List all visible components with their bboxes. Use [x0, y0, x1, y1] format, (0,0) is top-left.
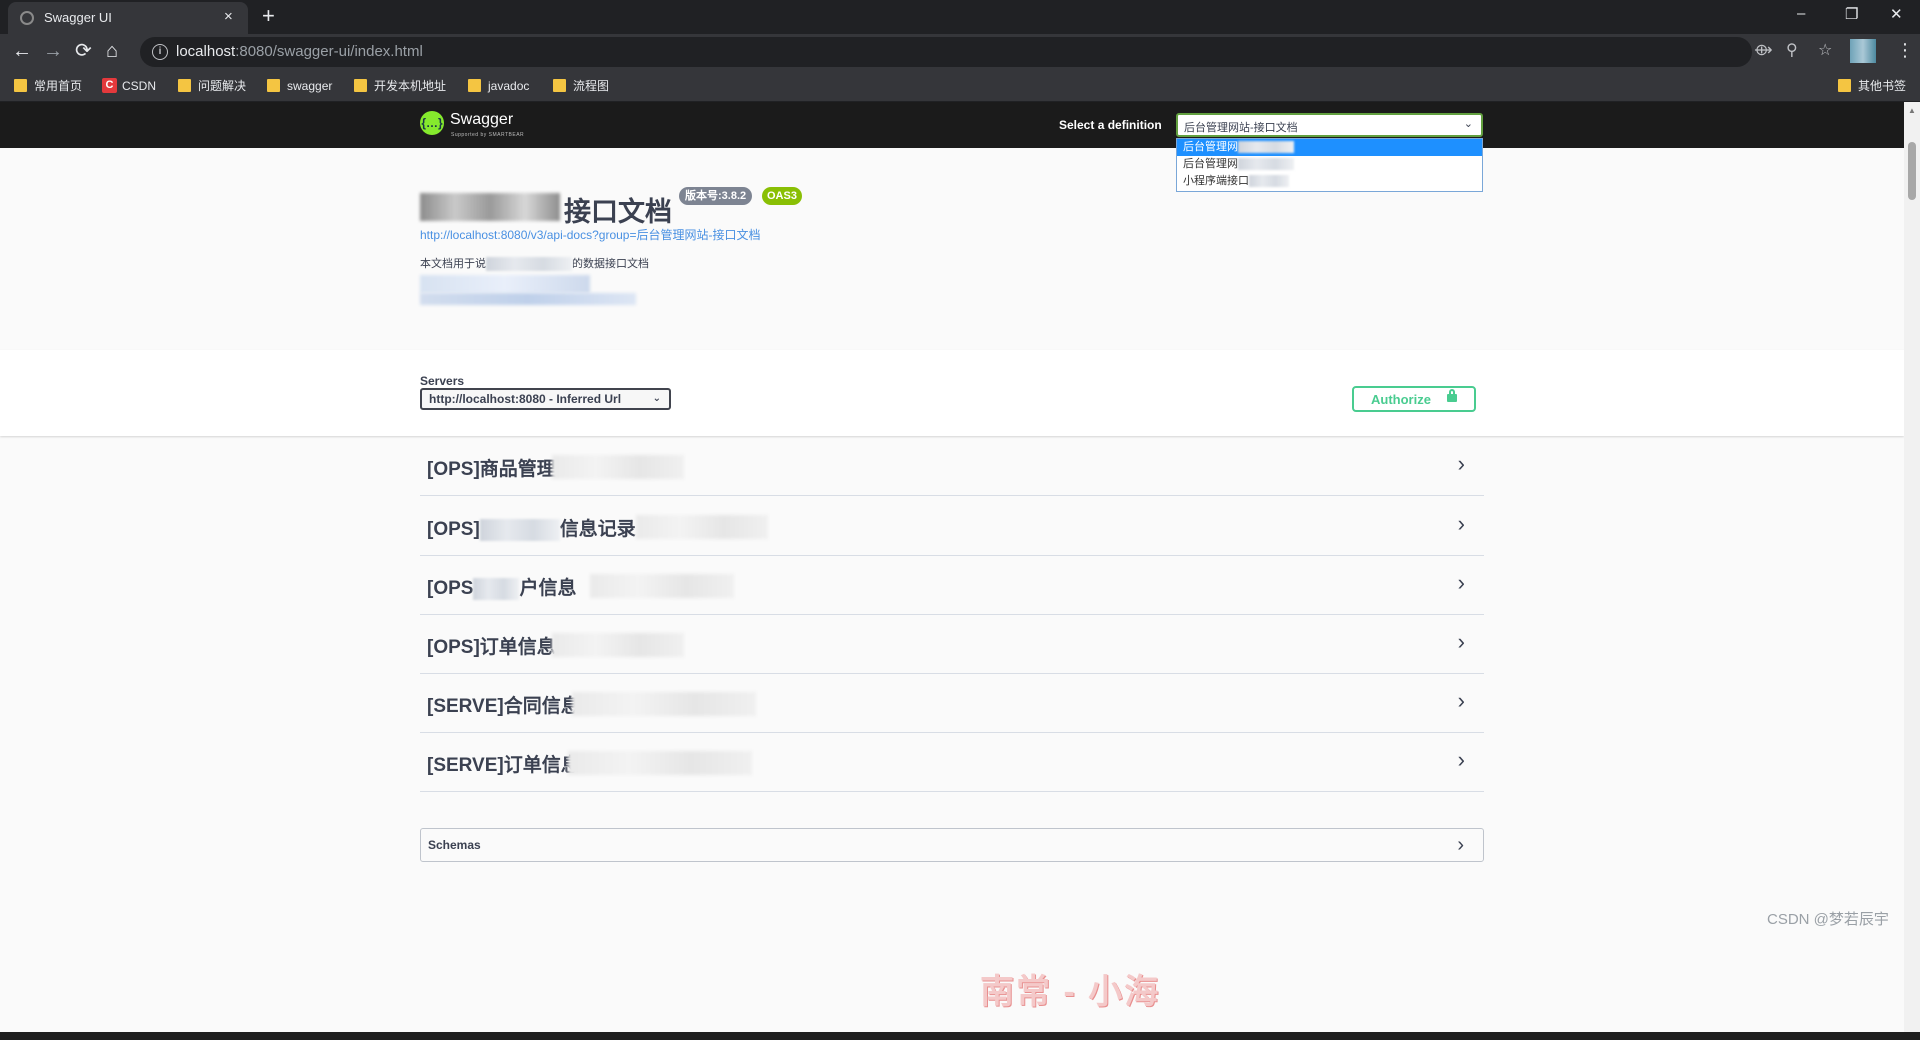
- redacted-tag-desc: [590, 574, 734, 598]
- chevron-right-icon[interactable]: ›: [1458, 630, 1465, 654]
- minimize-icon[interactable]: –: [1797, 5, 1805, 22]
- csdn-icon: C: [102, 78, 117, 93]
- redacted-tag-desc: [552, 633, 684, 657]
- redacted-tag-desc: [552, 455, 684, 479]
- redacted-tag-desc: [568, 751, 752, 775]
- tag-name: [OPS]商品管理: [427, 459, 556, 480]
- chevron-right-icon[interactable]: ›: [1458, 571, 1465, 595]
- globe-icon: [20, 11, 34, 25]
- browser-tabbar: Swagger UI × + – ❐ ✕: [0, 0, 1920, 34]
- authorize-button[interactable]: Authorize: [1352, 386, 1476, 412]
- lock-icon: [1447, 389, 1457, 402]
- tag-section[interactable]: [OPS] 信息记录 ›: [420, 496, 1484, 556]
- close-tab-icon[interactable]: ×: [224, 8, 233, 26]
- redacted-tag-desc: [572, 692, 756, 716]
- reload-icon[interactable]: ⟳: [75, 39, 92, 63]
- schemas-label: Schemas: [428, 838, 481, 852]
- servers-label: Servers: [420, 374, 465, 388]
- definition-option[interactable]: 小程序端接口: [1177, 173, 1482, 190]
- tag-name: [OPS 户信息: [427, 577, 577, 600]
- definition-option[interactable]: 后台管理网: [1177, 156, 1482, 173]
- definition-label: Select a definition: [1059, 118, 1162, 132]
- folder-icon: [354, 79, 367, 92]
- scheme-container: Servers http://localhost:8080 - Inferred…: [0, 350, 1904, 436]
- scrollbar[interactable]: ▲: [1904, 102, 1920, 1032]
- oas-badge: OAS3: [762, 187, 802, 205]
- tag-section[interactable]: [OPS 户信息 ›: [420, 555, 1484, 615]
- info-section: 接口文档 版本号:3.8.2 OAS3 http://localhost:808…: [0, 148, 1904, 350]
- folder-icon: [267, 79, 280, 92]
- folder-icon: [553, 79, 566, 92]
- restore-icon[interactable]: ❐: [1845, 5, 1858, 23]
- folder-icon: [178, 79, 191, 92]
- taskbar: [0, 1032, 1920, 1040]
- chevron-right-icon[interactable]: ›: [1458, 512, 1465, 536]
- bookmark-item[interactable]: 开发本机地址: [354, 77, 446, 95]
- zoom-icon[interactable]: ⚲: [1786, 42, 1798, 60]
- redacted-title: [420, 193, 560, 221]
- tag-name: [OPS] 信息记录: [427, 518, 636, 541]
- chevron-down-icon: ⌄: [652, 393, 661, 404]
- home-icon[interactable]: ⌂: [106, 39, 118, 63]
- url-text[interactable]: localhost:8080/swagger-ui/index.html: [176, 43, 423, 60]
- translate-icon[interactable]: ⟴: [1754, 42, 1773, 60]
- address-bar[interactable]: i localhost:8080/swagger-ui/index.html: [140, 37, 1752, 67]
- bookmark-item[interactable]: 常用首页: [14, 77, 82, 95]
- bookmark-item[interactable]: 问题解决: [178, 77, 246, 95]
- tag-section[interactable]: [SERVE]订单信息 ›: [420, 732, 1484, 792]
- bookmark-item[interactable]: 流程图: [553, 77, 609, 95]
- api-docs-link[interactable]: http://localhost:8080/v3/api-docs?group=…: [420, 226, 760, 243]
- swagger-brand-sub: Supported by SMARTBEAR: [451, 132, 525, 138]
- other-bookmarks[interactable]: 其他书签: [1838, 77, 1906, 95]
- folder-icon: [14, 79, 27, 92]
- bookmark-star-icon[interactable]: ☆: [1818, 42, 1832, 60]
- profile-avatar[interactable]: [1850, 39, 1876, 63]
- definition-dropdown: 后台管理网 后台管理网 小程序端接口: [1176, 138, 1483, 192]
- browser-toolbar: ← → ⟳ ⌂ i localhost:8080/swagger-ui/inde…: [0, 34, 1920, 70]
- bookmark-item[interactable]: C CSDN: [102, 77, 156, 95]
- scroll-thumb[interactable]: [1908, 142, 1916, 200]
- chevron-right-icon[interactable]: ›: [1458, 452, 1465, 476]
- folder-icon: [1838, 79, 1851, 92]
- tag-section[interactable]: [SERVE]合同信息 ›: [420, 673, 1484, 733]
- page-content: {…} Swagger Supported by SMARTBEAR Selec…: [0, 102, 1904, 1032]
- back-icon[interactable]: ←: [12, 39, 32, 63]
- tag-section[interactable]: [OPS]商品管理 ›: [420, 436, 1484, 496]
- chevron-down-icon: ⌄: [1463, 118, 1473, 130]
- version-badge: 版本号:3.8.2: [679, 187, 753, 205]
- folder-icon: [468, 79, 481, 92]
- page-title: 接口文档: [564, 197, 672, 227]
- definition-option[interactable]: 后台管理网: [1177, 139, 1482, 156]
- bookmarks-bar: 常用首页 C CSDN 问题解决 swagger 开发本机地址 javadoc 流…: [0, 70, 1920, 102]
- redacted-description: [420, 275, 636, 311]
- description: 本文档用于说 的数据接口文档: [420, 257, 649, 272]
- swagger-topbar: {…} Swagger Supported by SMARTBEAR Selec…: [0, 102, 1904, 148]
- swagger-logo-icon[interactable]: {…}: [420, 111, 444, 135]
- close-window-icon[interactable]: ✕: [1890, 5, 1903, 23]
- redacted-tag-desc: [636, 515, 768, 539]
- swagger-brand[interactable]: Swagger: [450, 111, 513, 129]
- tag-name: [OPS]订单信息: [427, 637, 556, 658]
- definition-select[interactable]: 后台管理网站-接口文档 ⌄: [1176, 113, 1483, 137]
- site-info-icon[interactable]: i: [152, 44, 168, 60]
- browser-tab[interactable]: Swagger UI ×: [8, 2, 248, 34]
- chevron-right-icon[interactable]: ›: [1458, 689, 1465, 713]
- servers-select[interactable]: http://localhost:8080 - Inferred Url ⌄: [420, 388, 671, 410]
- menu-icon[interactable]: ⋮: [1896, 40, 1914, 60]
- chevron-right-icon[interactable]: ›: [1458, 748, 1465, 772]
- schemas-section[interactable]: Schemas ›: [420, 828, 1484, 862]
- scroll-up-icon[interactable]: ▲: [1908, 106, 1916, 115]
- tag-name: [SERVE]订单信息: [427, 755, 580, 776]
- tag-section[interactable]: [OPS]订单信息 ›: [420, 614, 1484, 674]
- forward-icon[interactable]: →: [43, 39, 63, 63]
- bookmark-item[interactable]: javadoc: [468, 77, 529, 95]
- tag-name: [SERVE]合同信息: [427, 696, 580, 717]
- bookmark-item[interactable]: swagger: [267, 77, 332, 95]
- chevron-right-icon[interactable]: ›: [1457, 834, 1464, 856]
- watermark-center: 南常 - 小海: [980, 973, 1161, 1011]
- tab-title: Swagger UI: [44, 10, 112, 25]
- watermark-corner: CSDN @梦若辰宇: [1767, 911, 1889, 928]
- new-tab-icon[interactable]: +: [262, 4, 275, 28]
